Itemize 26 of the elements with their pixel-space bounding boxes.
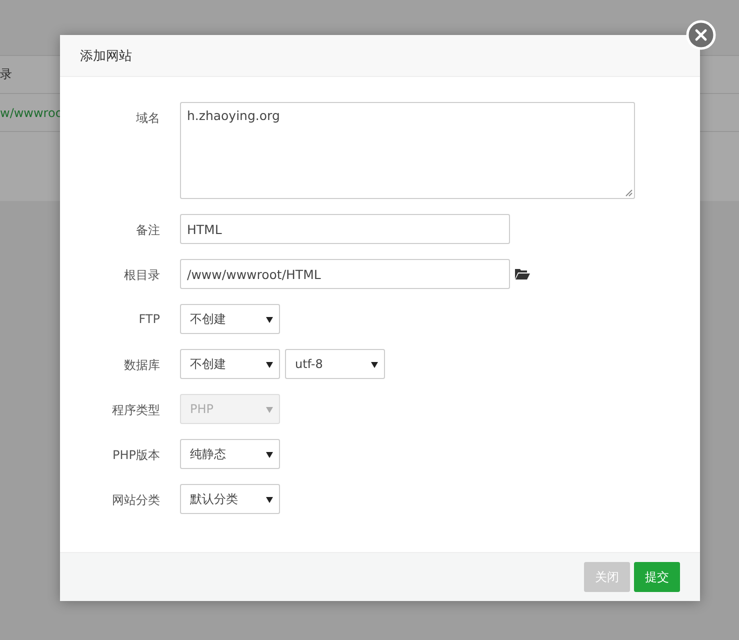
- folder-icon[interactable]: [515, 268, 530, 280]
- caret-icon: [266, 406, 273, 412]
- caret-icon: [266, 360, 273, 368]
- resize-grip-icon[interactable]: [625, 189, 633, 197]
- field-label: 域名: [135, 110, 160, 127]
- field-label: FTP: [138, 311, 160, 326]
- field-label: 数据库: [123, 357, 160, 374]
- domain-textarea[interactable]: h.zhaoying.org: [180, 102, 635, 199]
- input-field[interactable]: HTML: [180, 214, 510, 244]
- field-label: 程序类型: [111, 402, 160, 419]
- field-label: PHP版本: [112, 447, 160, 464]
- input-field[interactable]: /www/wwwroot/HTML: [180, 259, 510, 289]
- field-label: 备注: [135, 222, 160, 239]
- caret-icon: [371, 360, 378, 368]
- field-label: 网站分类: [111, 492, 160, 509]
- dropdown[interactable]: 默认分类: [180, 484, 280, 514]
- field-label: 根目录: [123, 267, 160, 284]
- dropdown[interactable]: 不创建: [180, 304, 280, 334]
- dropdown[interactable]: 不创建: [180, 349, 280, 379]
- caret-icon: [266, 450, 273, 458]
- table-header-cell: 录: [0, 66, 12, 83]
- dropdown[interactable]: 纯静态: [180, 439, 280, 469]
- dropdown[interactable]: utf-8: [285, 349, 385, 379]
- caret-icon: [266, 496, 273, 502]
- dialog-title: 添加网站: [80, 48, 132, 64]
- caret-icon: [266, 316, 273, 322]
